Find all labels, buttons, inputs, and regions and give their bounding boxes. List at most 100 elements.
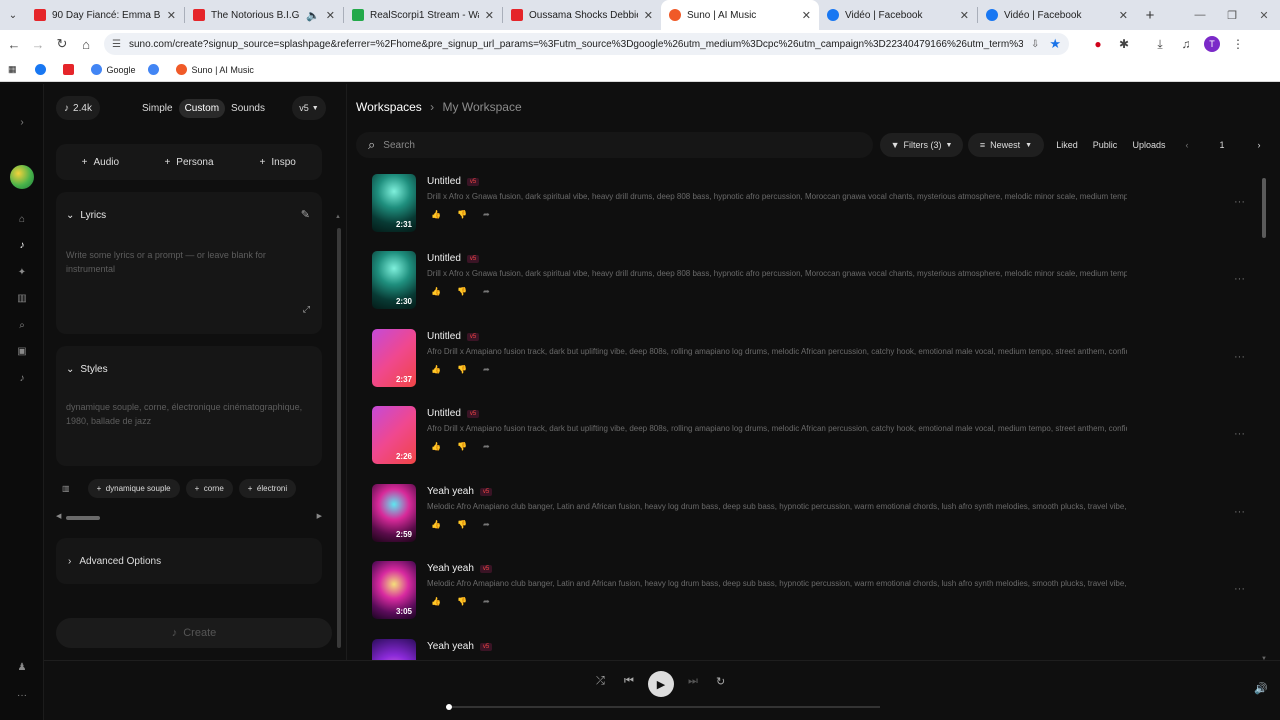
close-tab-icon[interactable]: ✕ [802,9,811,22]
share-icon[interactable]: ➦ [483,520,490,529]
progress-knob[interactable] [446,704,452,710]
scrollbar-thumb[interactable] [337,228,341,648]
profile-avatar[interactable]: T [1199,30,1225,58]
thumbs-down-icon[interactable]: 👎 [457,597,467,606]
suno-logo[interactable] [10,165,34,189]
mode-simple[interactable]: Simple [136,99,179,118]
song-cover[interactable] [372,639,416,660]
hooks-nav-icon[interactable]: ▣ [14,343,30,359]
repeat-icon[interactable]: ↻ [716,675,725,688]
share-icon[interactable]: ➦ [483,442,490,451]
close-tab-icon[interactable]: ✕ [644,9,653,22]
browser-tab-active[interactable]: Suno | AI Music ✕ [661,0,819,30]
thumbs-up-icon[interactable]: 👍 [431,210,441,219]
more-options-icon[interactable]: ··· [1234,583,1245,595]
prev-page-icon[interactable]: ‹ [1177,133,1197,157]
credits-badge[interactable]: ♪ 2.4k [56,96,100,120]
styles-input[interactable]: dynamique souple, corne, électronique ci… [66,400,306,428]
playback-progress[interactable] [446,704,880,710]
lyrics-input[interactable]: Write some lyrics or a prompt — or leave… [66,248,286,276]
restore-icon[interactable]: ❐ [1216,0,1248,30]
song-cover[interactable]: 3:05 [372,561,416,619]
song-row[interactable]: 2:31 Untitled v5 Drill x Afro x Gnawa fus… [372,174,1252,236]
more-options-icon[interactable]: ··· [1234,428,1245,440]
bookmark-google-g[interactable] [147,64,164,75]
more-options-icon[interactable]: ··· [1234,351,1245,363]
thumbs-up-icon[interactable]: 👍 [431,287,441,296]
share-icon[interactable]: ➦ [483,597,490,606]
more-options-icon[interactable]: ··· [1234,196,1245,208]
add-audio-button[interactable]: + Audio [56,144,145,180]
account-nav-icon[interactable]: ♟ [14,659,30,675]
library-nav-icon[interactable]: ▥ [14,290,30,306]
forward-icon[interactable]: → [26,30,50,58]
add-inspo-button[interactable]: + Inspo [233,144,322,180]
close-window-icon[interactable]: ✕ [1248,0,1280,30]
notifications-nav-icon[interactable]: ♪ [14,370,30,386]
style-chip[interactable]: + dynamique souple [87,478,180,498]
song-row[interactable]: 2:26 Untitled v5 Afro Drill x Amapiano fu… [372,406,1252,468]
thumbs-up-icon[interactable]: 👍 [431,442,441,451]
share-icon[interactable]: ➦ [483,365,490,374]
mute-tab-icon[interactable]: 🔈 [306,9,320,22]
reload-icon[interactable]: ↻ [50,30,74,58]
close-tab-icon[interactable]: ✕ [167,9,176,22]
sort-button[interactable]: ≡ Newest ▼ [968,133,1044,157]
panel-scrollbar[interactable]: ▲ ▼ [335,214,342,694]
filters-button[interactable]: ▼ Filters (3) ▼ [880,133,963,157]
browser-tab[interactable]: 90 Day Fiancé: Emma BLINDSID ✕ [26,0,184,30]
home-icon[interactable]: ⌂ [74,30,98,58]
song-cover[interactable]: 2:31 [372,174,416,232]
thumbs-down-icon[interactable]: 👎 [457,210,467,219]
back-icon[interactable]: ← [2,30,26,58]
media-control-icon[interactable]: ♫ [1173,30,1199,58]
bookmark-youtube[interactable] [62,64,79,75]
model-version-select[interactable]: v5 ▼ [292,96,326,120]
advanced-options-toggle[interactable]: › Advanced Options [56,538,322,584]
song-list-scrollbar[interactable]: ▼ [1260,174,1268,662]
song-row[interactable]: 2:30 Untitled v5 Drill x Afro x Gnawa fus… [372,251,1252,313]
song-row[interactable]: 3:05 Yeah yeah v5 Melodic Afro Amapiano c… [372,561,1252,623]
share-icon[interactable]: ➦ [483,287,490,296]
explore-nav-icon[interactable]: ✦ [14,264,30,280]
browser-tab[interactable]: Vidéo | Facebook ✕ [819,0,977,30]
close-tab-icon[interactable]: ✕ [960,9,969,22]
uploads-toggle[interactable]: Uploads [1129,133,1169,157]
address-bar[interactable]: ☰ suno.com/create?signup_source=splashpa… [104,33,1069,55]
thumbs-down-icon[interactable]: 👎 [457,442,467,451]
breadcrumb-workspaces[interactable]: Workspaces [356,100,422,114]
minimize-icon[interactable]: — [1184,0,1216,30]
song-title[interactable]: Yeah yeah [427,563,474,574]
song-cover[interactable]: 2:26 [372,406,416,464]
search-nav-icon[interactable]: ⌕ [14,317,30,333]
share-icon[interactable]: ➦ [483,210,490,219]
scroll-right-icon[interactable]: ▶ [317,512,322,520]
extensions-puzzle-icon[interactable]: ✱ [1111,30,1137,58]
volume-icon[interactable]: 🔊 [1254,682,1268,695]
bookmark-suno[interactable]: Suno | AI Music [175,64,254,75]
scrollbar-thumb[interactable] [1262,178,1266,238]
song-cover[interactable]: 2:37 [372,329,416,387]
song-cover[interactable]: 2:59 [372,484,416,542]
public-toggle[interactable]: Public [1089,133,1121,157]
bookmark-google[interactable]: Google [90,64,136,75]
browser-menu-icon[interactable]: ⋮ [1225,30,1251,58]
close-tab-icon[interactable]: ✕ [1119,9,1128,22]
browser-tab[interactable]: Vidéo | Facebook ✕ [978,0,1136,30]
new-tab-button[interactable]: + [1136,7,1164,24]
previous-track-icon[interactable]: ⏮ [624,675,634,688]
site-info-icon[interactable]: ☰ [112,39,121,50]
thumbs-up-icon[interactable]: 👍 [431,520,441,529]
browser-tab[interactable]: The Notorious B.I.G. - Juicy 🔈 ✕ [185,0,343,30]
style-chip[interactable]: + électroni [238,478,297,498]
tab-search-dropdown[interactable]: ⌄ [0,0,26,30]
thumbs-down-icon[interactable]: 👎 [457,520,467,529]
create-nav-icon[interactable]: ♪ [14,237,30,253]
song-title[interactable]: Untitled [427,331,461,342]
close-tab-icon[interactable]: ✕ [485,9,494,22]
song-title[interactable]: Yeah yeah [427,486,474,497]
browser-tab[interactable]: Oussama Shocks Debbie with a ✕ [503,0,661,30]
shuffle-icon[interactable]: ⤮ [596,675,605,688]
more-options-icon[interactable]: ··· [1234,273,1245,285]
next-page-icon[interactable]: › [1249,133,1269,157]
